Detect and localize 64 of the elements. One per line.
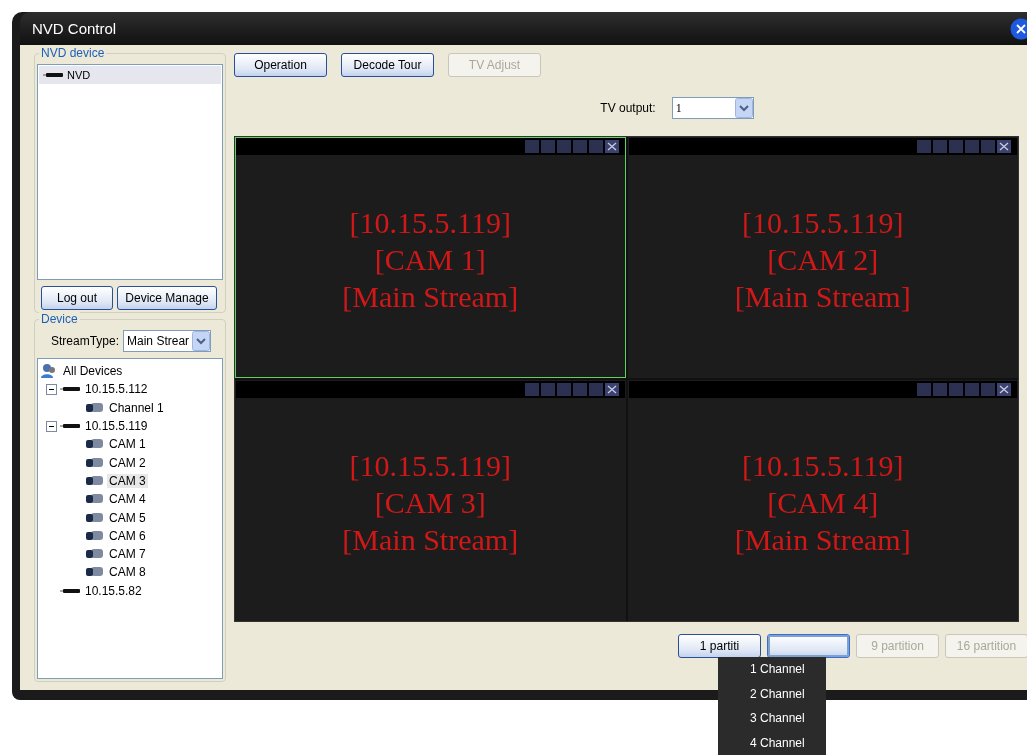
cell-toolbar-drawing[interactable] bbox=[524, 140, 619, 153]
menu-item[interactable]: 3 Channel bbox=[748, 706, 826, 731]
partition-button[interactable]: 1 partiti bbox=[678, 634, 761, 658]
camera-icon bbox=[86, 401, 104, 414]
camera-icon bbox=[86, 456, 104, 469]
logout-button[interactable]: Log out bbox=[41, 286, 113, 310]
camera-icon bbox=[86, 566, 104, 579]
window-title: NVD Control bbox=[32, 20, 117, 37]
tv-output-select[interactable]: 1 bbox=[671, 97, 754, 119]
stream-type-select[interactable]: Main Strear bbox=[123, 330, 212, 352]
partition-button[interactable] bbox=[767, 634, 850, 658]
stream-caption: [10.15.5.119] bbox=[742, 447, 904, 484]
cell-toolbar-drawing[interactable] bbox=[917, 383, 1011, 396]
device-icon bbox=[60, 386, 80, 393]
menu-item[interactable]: 4 Channel bbox=[748, 730, 826, 755]
expander-icon[interactable] bbox=[46, 383, 57, 395]
camera-icon bbox=[86, 438, 104, 451]
camera-icon bbox=[86, 474, 104, 487]
tree-item[interactable]: 10.15.5.119 bbox=[83, 419, 150, 434]
stream-caption: [10.15.5.119] bbox=[349, 447, 511, 484]
device-icon bbox=[60, 587, 80, 594]
list-item[interactable]: NVD bbox=[39, 66, 221, 84]
stream-caption: [CAM 3] bbox=[374, 484, 486, 521]
stream-type-label: StreamType: bbox=[51, 334, 120, 348]
device-manage-button[interactable]: Device Manage bbox=[117, 286, 217, 310]
camera-icon bbox=[86, 493, 104, 506]
expander-icon[interactable] bbox=[46, 420, 57, 432]
tree-item[interactable]: CAM 4 bbox=[107, 492, 148, 507]
group-legend: NVD device bbox=[39, 46, 107, 60]
menu-item[interactable]: 1 Channel bbox=[748, 657, 826, 682]
stream-caption: [10.15.5.119] bbox=[349, 204, 511, 241]
toolbar-button[interactable]: Operation bbox=[234, 53, 327, 77]
tree-item[interactable]: 10.15.5.82 bbox=[83, 583, 144, 598]
camera-icon bbox=[86, 511, 104, 524]
tree-item[interactable]: CAM 3 bbox=[107, 473, 148, 488]
stream-caption: [Main Stream] bbox=[734, 521, 911, 558]
tree-item[interactable]: 10.15.5.112 bbox=[83, 382, 150, 397]
camera-icon bbox=[86, 529, 104, 542]
stream-caption: [CAM 4] bbox=[767, 484, 879, 521]
group-legend: Device bbox=[39, 312, 80, 326]
cell-toolbar-drawing[interactable] bbox=[524, 383, 619, 396]
tree-item[interactable]: CAM 8 bbox=[107, 565, 148, 580]
stream-caption: [Main Stream] bbox=[734, 278, 911, 315]
stream-caption: [CAM 1] bbox=[374, 241, 486, 278]
tree-item[interactable]: CAM 6 bbox=[107, 528, 148, 543]
users-icon bbox=[40, 363, 58, 380]
tree-item[interactable]: All Devices bbox=[61, 364, 125, 379]
cell-toolbar-drawing[interactable] bbox=[917, 140, 1011, 153]
stream-caption: [CAM 2] bbox=[767, 241, 879, 278]
tree-item[interactable]: CAM 5 bbox=[107, 510, 148, 525]
menu-item[interactable]: 2 Channel bbox=[748, 681, 826, 706]
camera-icon bbox=[86, 548, 104, 561]
close-icon[interactable] bbox=[1010, 17, 1027, 40]
stream-caption: [10.15.5.119] bbox=[742, 204, 904, 241]
stream-caption: [Main Stream] bbox=[342, 521, 519, 558]
device-icon bbox=[43, 72, 63, 78]
toolbar-button[interactable]: Decode Tour bbox=[341, 53, 434, 77]
tree-item[interactable]: CAM 7 bbox=[107, 547, 148, 562]
stream-caption: [Main Stream] bbox=[342, 278, 519, 315]
device-icon bbox=[60, 423, 80, 430]
tree-item[interactable]: CAM 1 bbox=[107, 437, 148, 452]
tree-item[interactable]: CAM 2 bbox=[107, 455, 148, 470]
tv-output-label: TV output: bbox=[600, 101, 656, 115]
tree-item[interactable]: Channel 1 bbox=[107, 400, 166, 415]
